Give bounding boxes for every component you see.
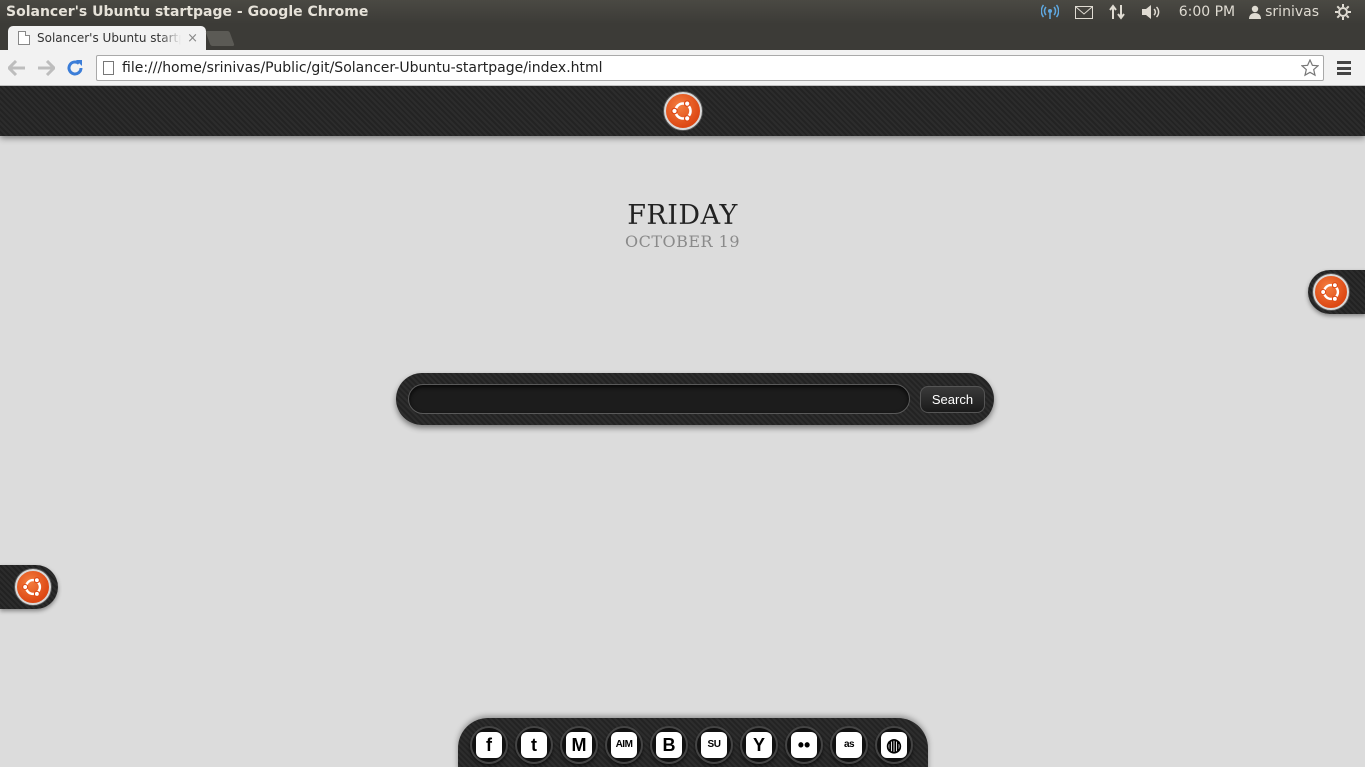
bookmark-star-icon[interactable] [1297,59,1323,77]
ubuntu-logo-icon[interactable] [1313,274,1349,310]
browser-toolbar: file:///home/srinivas/Public/git/Solance… [0,50,1365,86]
page-icon [103,61,114,75]
startpage: FRIDAY OCTOBER 19 Search f t M AIM B SU … [0,86,1365,767]
gmail-icon[interactable]: M [560,726,598,764]
top-bar [0,86,1365,136]
url-text[interactable]: file:///home/srinivas/Public/git/Solance… [122,60,1297,76]
power-gear-icon[interactable] [1327,0,1359,24]
forward-arrow-icon[interactable] [36,58,56,78]
window-title: Solancer's Ubuntu startpage - Google Chr… [6,4,369,20]
address-bar[interactable]: file:///home/srinivas/Public/git/Solance… [96,55,1324,81]
user-menu[interactable]: srinivas [1241,0,1327,24]
ubuntu-logo-icon[interactable] [664,92,702,130]
lastfm-icon[interactable]: as [830,726,868,764]
picasa-icon[interactable]: ◍ [875,726,913,764]
facebook-icon[interactable]: f [470,726,508,764]
volume-icon[interactable] [1133,0,1169,24]
left-side-dock[interactable] [0,565,58,609]
mail-icon[interactable] [1067,0,1101,24]
reload-icon[interactable] [65,58,85,78]
twitter-icon[interactable]: t [515,726,553,764]
chrome-menu-icon[interactable] [1335,59,1353,77]
search-button[interactable]: Search [920,386,985,413]
search-bar: Search [396,373,994,425]
date-subheading: OCTOBER 19 [624,232,741,251]
flickr-icon[interactable]: •• [785,726,823,764]
tab-close-icon[interactable]: × [187,31,198,46]
day-heading: FRIDAY [627,200,738,231]
indicator-area: 6:00 PM srinivas [1033,0,1365,24]
stumbleupon-icon[interactable]: SU [695,726,733,764]
user-name: srinivas [1265,4,1319,20]
new-tab-button[interactable] [205,31,235,46]
user-icon [1249,5,1262,19]
social-dock: f t M AIM B SU Y •• as ◍ [458,718,928,767]
clock[interactable]: 6:00 PM [1169,0,1241,24]
tab-active[interactable]: Solancer's Ubuntu startpage - Google Chr… [8,26,206,50]
ubuntu-logo-icon[interactable] [15,569,51,605]
tab-strip: Solancer's Ubuntu startpage - Google Chr… [0,24,1365,50]
page-icon [18,31,30,45]
network-wireless-icon[interactable] [1033,0,1067,24]
tab-title: Solancer's Ubuntu startpage - Google Chr… [37,31,181,45]
aim-icon[interactable]: AIM [605,726,643,764]
search-input[interactable] [408,384,910,414]
back-arrow-icon[interactable] [7,58,27,78]
yahoo-icon[interactable]: Y [740,726,778,764]
system-top-panel: Solancer's Ubuntu startpage - Google Chr… [0,0,1365,24]
blogger-icon[interactable]: B [650,726,688,764]
right-side-dock[interactable] [1308,270,1365,314]
transfer-icon[interactable] [1101,0,1133,24]
